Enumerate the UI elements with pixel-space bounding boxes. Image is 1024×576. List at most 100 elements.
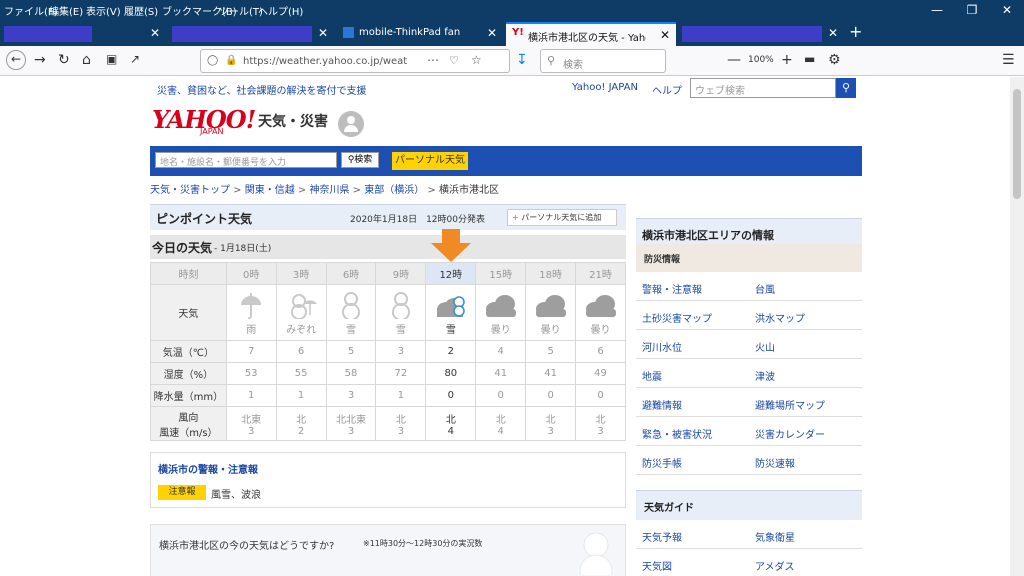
wind-speed: 3 <box>397 425 405 437</box>
cell-weather: 雪 <box>425 284 477 341</box>
place-search-input[interactable]: 地名・施設名・郵便番号を入力 <box>155 152 337 168</box>
reload-icon[interactable]: ↻ <box>58 52 70 68</box>
bookmark-star-icon[interactable]: ☆ <box>471 53 482 67</box>
home-icon[interactable]: ⌂ <box>82 52 91 68</box>
back-icon[interactable]: ← <box>6 50 26 70</box>
cell-temp: 7 <box>225 340 277 363</box>
avatar[interactable] <box>338 111 364 137</box>
disaster-link[interactable]: 地震 <box>636 359 749 388</box>
forecast-table: 時刻 0時 3時 6時 9時 12時 15時 18時 21時 天気雨 みぞれ 雪 雪 雪 曇り 曇り 曇り 気温（… <box>150 262 626 441</box>
today-title: 今日の天気 <box>152 241 213 255</box>
breadcrumb-kanagawa[interactable]: 神奈川県 <box>310 185 350 196</box>
disaster-link[interactable]: 災害カレンダー <box>749 417 862 446</box>
web-search-input[interactable]: ウェブ検索 <box>690 78 836 98</box>
label-text: 風向 <box>178 412 199 424</box>
guide-link[interactable]: アメダス <box>749 549 862 576</box>
browser-search-input[interactable]: ⚲ 検索 <box>540 49 666 73</box>
zoom-out-icon[interactable]: — <box>727 52 741 68</box>
menu-history[interactable]: 履歴(S) <box>124 3 158 18</box>
tab-5[interactable]: ✕ <box>678 22 844 46</box>
cell-times: 15時 <box>475 262 527 285</box>
download-icon[interactable]: ↧ <box>516 52 528 68</box>
wind-direction: 北 <box>445 414 456 426</box>
label-text: 天気 <box>178 309 199 320</box>
donation-banner-link[interactable]: 災害、貧困など、社会課題の解決を寄付で支援 <box>157 82 367 97</box>
disaster-link[interactable]: 緊急・被害状況 <box>636 417 749 446</box>
menu-edit[interactable]: 編集(E) <box>49 3 83 18</box>
redacted-label <box>172 26 312 42</box>
hamburger-menu-icon[interactable]: ☰ <box>1002 52 1015 68</box>
breadcrumb-kanto[interactable]: 関東・信越 <box>245 185 295 196</box>
add-personal-button[interactable]: + パーソナル天気に追加 <box>507 209 617 226</box>
table-row-humidity: 湿度（%） 53 55 58 72 80 41 41 49 <box>150 362 626 385</box>
close-tab-icon[interactable]: ✕ <box>318 26 328 40</box>
disaster-link[interactable]: 土砂災害マップ <box>636 301 749 330</box>
cloud-snow-icon <box>436 296 465 317</box>
warnings-title[interactable]: 横浜市の警報・注意報 <box>158 461 258 476</box>
disaster-link[interactable]: 火山 <box>749 330 862 359</box>
web-search-button[interactable]: ⚲ <box>836 78 856 98</box>
gear-icon[interactable]: ⚙ <box>828 52 841 68</box>
disaster-link[interactable]: 警報・注意報 <box>636 272 749 301</box>
yahoo-japan-link[interactable]: Yahoo! JAPAN <box>572 82 638 93</box>
place-search-button[interactable]: ⚲検索 <box>341 152 379 168</box>
row-label-wind: 風向風速（m/s） <box>150 406 227 441</box>
menu-view[interactable]: 表示(V) <box>86 3 121 18</box>
close-window-icon[interactable]: ✕ <box>990 0 1024 20</box>
breadcrumb-east[interactable]: 東部（横浜） <box>364 185 424 196</box>
guide-link[interactable]: 天気図 <box>636 549 749 576</box>
current-time-arrow-icon <box>431 229 471 262</box>
disaster-link[interactable]: 防災手帳 <box>636 446 749 475</box>
scrollbar[interactable] <box>1010 77 1024 576</box>
page-actions-icon[interactable]: ⋯ <box>427 53 439 67</box>
cell-weather: 雪 <box>325 284 377 341</box>
minimize-icon[interactable]: — <box>920 0 954 20</box>
disaster-link[interactable]: 洪水マップ <box>749 301 862 330</box>
menu-help[interactable]: ヘルプ(H) <box>258 3 303 18</box>
tab-1[interactable]: ✕ <box>0 22 166 46</box>
disaster-link[interactable]: 台風 <box>749 272 862 301</box>
close-tab-icon[interactable]: ✕ <box>150 26 160 40</box>
disaster-link[interactable]: 津波 <box>749 359 862 388</box>
weather-label: 曇り <box>590 325 611 336</box>
guide-link[interactable]: 天気予報 <box>636 520 749 549</box>
personal-weather-button[interactable]: パーソナル天気 <box>392 152 468 170</box>
url-bar[interactable]: ◯ 🔒 https://weather.yahoo.co.jp/weat ⋯ ♡… <box>200 49 510 73</box>
cell-rain: 1 <box>225 384 277 407</box>
url-text[interactable]: https://weather.yahoo.co.jp/weat <box>243 56 407 67</box>
disaster-link[interactable]: 避難場所マップ <box>749 388 862 417</box>
cell-times: 6時 <box>325 262 377 285</box>
zoom-level[interactable]: 100% <box>748 55 774 65</box>
screenshot-icon[interactable]: ▣ <box>106 52 117 66</box>
close-tab-icon[interactable]: ✕ <box>660 28 670 42</box>
close-tab-icon[interactable]: ✕ <box>487 26 497 40</box>
label-text: 風速（m/s） <box>159 427 218 439</box>
cell-wind: 北東 3 <box>225 406 277 441</box>
library-icon[interactable]: ▬ <box>804 52 815 66</box>
yahoo-favicon-icon: Y! <box>512 27 524 38</box>
disaster-links: 警報・注意報 台風 土砂災害マップ 洪水マップ 河川水位 火山 地震 津波 避難情報 避難場所マッ… <box>636 272 862 477</box>
cell-temp: 2 <box>425 340 477 363</box>
cell-wind: 北北東 3 <box>325 406 377 441</box>
pinpoint-title: ピンポイント天気 <box>156 212 253 226</box>
disaster-link[interactable]: 河川水位 <box>636 330 749 359</box>
pocket-icon[interactable]: ♡ <box>449 54 459 67</box>
label-text: 湿度（%） <box>163 370 214 381</box>
today-date: - 1月18日(土) <box>214 244 272 254</box>
tab-2[interactable]: ✕ <box>168 22 334 46</box>
close-tab-icon[interactable]: ✕ <box>828 26 838 40</box>
disaster-link[interactable]: 防災速報 <box>749 446 862 475</box>
disaster-link[interactable]: 避難情報 <box>636 388 749 417</box>
scrollbar-thumb[interactable] <box>1013 89 1021 199</box>
breadcrumb-weather-top[interactable]: 天気・災害トップ <box>150 185 230 196</box>
tab-3[interactable]: mobile-ThinkPad fan ✕ <box>337 22 503 46</box>
menu-tools[interactable]: ツール(T) <box>219 3 263 18</box>
new-tab-icon[interactable]: + <box>849 22 862 41</box>
zoom-in-icon[interactable]: + <box>781 52 793 68</box>
help-link[interactable]: ヘルプ <box>652 82 682 97</box>
forward-icon[interactable]: → <box>34 52 46 68</box>
guide-link[interactable]: 気象衛星 <box>749 520 862 549</box>
restore-icon[interactable]: ❐ <box>955 0 989 20</box>
tab-4-active[interactable]: Y! 横浜市港北区の天気 - Yahoo!天 ✕ <box>506 22 676 46</box>
resize-icon[interactable]: ↗ <box>130 52 140 66</box>
